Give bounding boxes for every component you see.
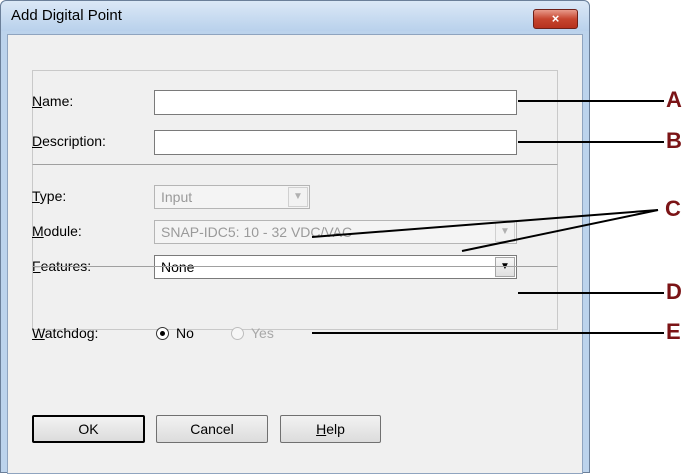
callout-e: E [666,319,681,344]
callout-c: C [665,196,681,221]
callout-d: D [666,279,682,304]
callout-line-c-module [461,209,659,252]
callout-b: B [666,128,682,153]
callout-line-c-type [311,209,659,238]
callout-a: A [666,87,682,112]
callout-lines [311,100,664,334]
